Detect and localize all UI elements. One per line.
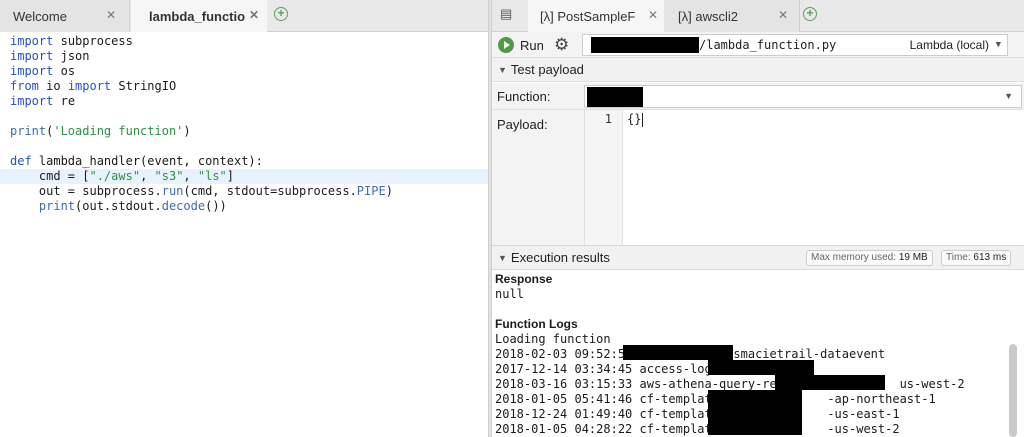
- payload-label: Payload:: [497, 117, 548, 132]
- time-label: Time:: [946, 252, 971, 263]
- payload-row: Payload: 1 {}: [492, 110, 1024, 245]
- test-payload-header[interactable]: ▼ Test payload: [492, 58, 1024, 82]
- response-value: null: [495, 287, 524, 301]
- tab-post-sample[interactable]: [λ] PostSampleF ✕: [528, 0, 664, 32]
- code-line: import json: [10, 49, 90, 63]
- close-icon[interactable]: ✕: [106, 8, 116, 22]
- test-payload-title: Test payload: [510, 62, 584, 77]
- handler-path-text: /lambda_function.py: [699, 38, 837, 52]
- editor-pane: Welcome ✕ lambda_function ✕ + import sub…: [0, 0, 488, 437]
- close-icon[interactable]: ✕: [249, 8, 259, 22]
- code-line: import subprocess: [10, 34, 133, 48]
- response-title: Response: [495, 272, 553, 286]
- time-value: 613 ms: [973, 252, 1007, 263]
- chevron-down-icon[interactable]: ▼: [1004, 91, 1013, 101]
- log-line: 2017-12-14 03:34:45 access-logs-: [495, 362, 727, 376]
- collapse-triangle-icon[interactable]: ▼: [498, 253, 507, 263]
- code-line: import os: [10, 64, 76, 78]
- function-label: Function:: [497, 89, 551, 104]
- redacted-block: [708, 390, 802, 405]
- add-tab-icon[interactable]: +: [803, 7, 817, 21]
- redacted-block: [591, 37, 699, 53]
- execution-results-header[interactable]: ▼ Execution results Max memory used: 19 M…: [492, 246, 1024, 270]
- log-line: 2018-12-24 01:49:40 cf-templates -us-eas…: [495, 407, 900, 421]
- tab-welcome-label: Welcome: [13, 8, 67, 24]
- run-label: Run: [520, 37, 544, 53]
- close-icon[interactable]: ✕: [778, 8, 788, 22]
- panel-toggle-icon[interactable]: ▤: [500, 7, 514, 20]
- payload-editor[interactable]: 1 {}: [584, 110, 1024, 245]
- scrollbar-thumb[interactable]: [1009, 344, 1017, 437]
- tab-post-label: [λ] PostSampleF: [540, 8, 636, 24]
- chevron-down-icon[interactable]: ▼: [996, 35, 1001, 55]
- gear-icon[interactable]: ⚙: [554, 35, 569, 55]
- payload-text: {}: [627, 112, 642, 126]
- line-number: 1: [604, 112, 612, 126]
- execution-results-title: Execution results: [510, 250, 610, 265]
- code-editor[interactable]: import subprocess import json import os …: [0, 32, 488, 437]
- close-icon[interactable]: ✕: [648, 8, 658, 22]
- text-cursor: [642, 113, 643, 127]
- redacted-block: [708, 360, 814, 375]
- code-line: from io import StringIO: [10, 79, 177, 93]
- environment-select[interactable]: Lambda (local): [910, 35, 989, 55]
- tab-awscli-label: [λ] awscli2: [678, 8, 738, 24]
- run-icon: [498, 37, 514, 53]
- run-button[interactable]: Run: [498, 35, 544, 55]
- code-line: import re: [10, 94, 76, 108]
- redacted-block: [708, 405, 802, 420]
- redacted-block: [623, 345, 733, 360]
- runner-tab-bar: ▤ [λ] PostSampleF ✕ [λ] awscli2 ✕ +: [492, 0, 1024, 32]
- function-select[interactable]: ▼: [584, 85, 1022, 108]
- code-line: def lambda_handler(event, context):: [10, 154, 263, 168]
- redacted-block: [587, 87, 643, 107]
- tab-awscli2[interactable]: [λ] awscli2 ✕: [664, 0, 800, 32]
- tab-lambda-label: lambda_function: [149, 8, 245, 24]
- code-line: print('Loading function'): [10, 124, 191, 138]
- code-line: out = subprocess.run(cmd, stdout=subproc…: [10, 184, 393, 198]
- lambda-runner-pane: ▤ [λ] PostSampleF ✕ [λ] awscli2 ✕ + Run …: [492, 0, 1024, 437]
- runner-toolbar: Run ⚙ /lambda_function.py Lambda (local)…: [492, 32, 1024, 58]
- editor-tab-bar: Welcome ✕ lambda_function ✕ +: [0, 0, 488, 32]
- memory-label: Max memory used:: [811, 252, 897, 263]
- code-line: print(out.stdout.decode()): [38, 199, 227, 213]
- log-line: Loading function: [495, 332, 611, 346]
- collapse-triangle-icon[interactable]: ▼: [498, 65, 507, 75]
- code-line-current: cmd = ["./aws", "s3", "ls"]: [0, 169, 488, 184]
- line-gutter: 1: [585, 110, 623, 245]
- function-row: Function: ▼: [492, 83, 1024, 110]
- time-badge: Time: 613 ms: [941, 250, 1012, 266]
- tab-lambda-function[interactable]: lambda_function ✕: [131, 0, 267, 32]
- function-logs-title: Function Logs: [495, 317, 578, 331]
- handler-path-field[interactable]: /lambda_function.py Lambda (local) ▼: [582, 34, 1008, 56]
- redacted-block: [775, 375, 885, 390]
- redacted-block: [708, 420, 802, 435]
- tab-welcome[interactable]: Welcome ✕: [0, 0, 130, 32]
- memory-value: 19 MB: [898, 252, 928, 263]
- add-tab-icon[interactable]: +: [274, 7, 288, 21]
- memory-badge: Max memory used: 19 MB: [806, 250, 933, 266]
- log-line: 2018-01-05 04:28:22 cf-templates -us-wes…: [495, 422, 900, 436]
- execution-output[interactable]: Response null Function Logs Loading func…: [492, 270, 1024, 437]
